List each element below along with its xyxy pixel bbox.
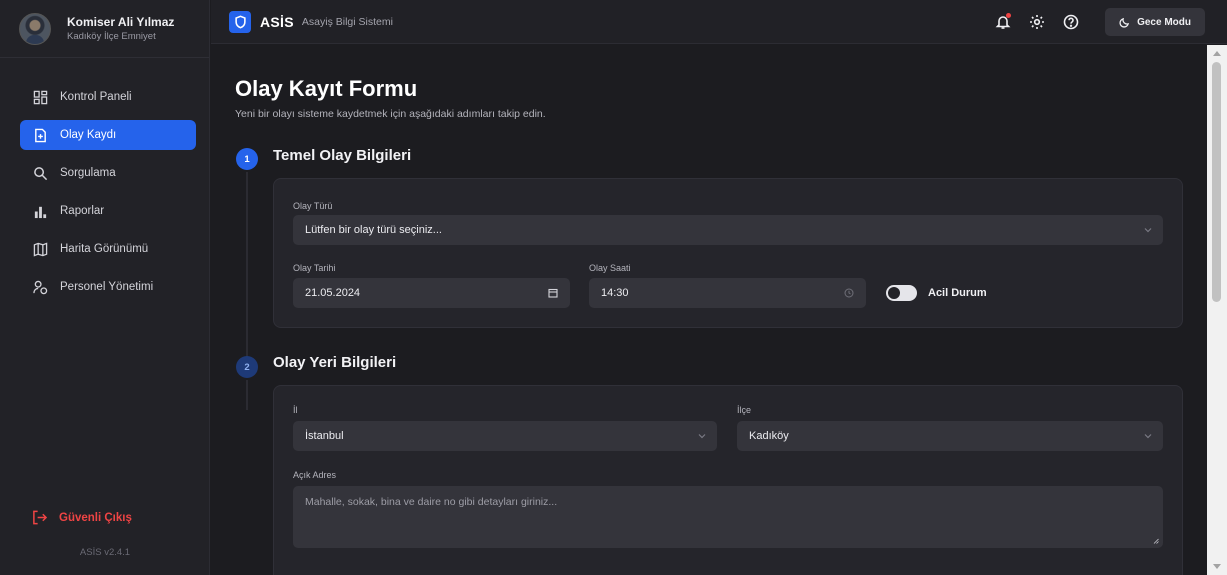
dashboard-icon [32, 89, 48, 105]
event-date-label: Olay Tarihi [293, 263, 336, 273]
chevron-down-icon [1144, 228, 1152, 233]
page-subtitle: Yeni bir olayı sisteme kaydetmek için aş… [235, 108, 546, 120]
emergency-toggle[interactable] [886, 285, 917, 301]
shield-icon [229, 10, 251, 33]
sidebar-item-label: Olay Kaydı [60, 129, 117, 141]
sidebar-nav: Kontrol Paneli Olay Kaydı Sorgulama Rapo… [20, 82, 196, 310]
logout-icon [33, 510, 47, 525]
scroll-up-arrow[interactable] [1213, 51, 1221, 56]
calendar-icon[interactable] [548, 288, 558, 298]
step-1-number: 1 [236, 148, 258, 170]
event-date-value: 21.05.2024 [305, 287, 361, 299]
main-content: Olay Kayıt Formu Yeni bir olayı sisteme … [211, 45, 1207, 575]
step-1-card: Olay Türü Lütfen bir olay türü seçiniz..… [273, 178, 1183, 328]
avatar [19, 12, 51, 45]
chevron-down-icon [1144, 434, 1152, 439]
map-icon [32, 241, 48, 257]
sidebar-item-personel-yonetimi[interactable]: Personel Yönetimi [20, 272, 196, 302]
sidebar-item-label: Harita Görünümü [60, 243, 149, 255]
step-2-number: 2 [236, 356, 258, 378]
step-2-title: Olay Yeri Bilgileri [273, 354, 397, 371]
address-label: Açık Adres [293, 470, 337, 480]
brand-subtitle: Asayiş Bilgi Sistemi [301, 15, 393, 28]
event-type-select[interactable]: Lütfen bir olay türü seçiniz... [293, 215, 1163, 245]
sidebar-item-sorgulama[interactable]: Sorgulama [20, 158, 196, 188]
district-value: Kadıköy [749, 430, 789, 442]
night-mode-button[interactable]: Gece Modu [1105, 8, 1205, 36]
app-version: ASİS v2.4.1 [79, 547, 131, 558]
step-1-title: Temel Olay Bilgileri [273, 147, 412, 164]
event-date-input[interactable]: 21.05.2024 [293, 278, 570, 308]
clock-icon[interactable] [844, 288, 854, 298]
notifications-button[interactable] [993, 12, 1013, 32]
step-connector [246, 380, 248, 410]
scroll-down-arrow[interactable] [1213, 564, 1221, 569]
sidebar-item-raporlar[interactable]: Raporlar [20, 196, 196, 226]
scroll-thumb[interactable] [1212, 62, 1221, 302]
sidebar-item-label: Raporlar [60, 205, 105, 217]
emergency-label: Acil Durum [928, 287, 987, 299]
province-select[interactable]: İstanbul [293, 421, 717, 451]
sidebar-item-kontrol-paneli[interactable]: Kontrol Paneli [20, 82, 196, 112]
event-time-input[interactable]: 14:30 [589, 278, 866, 308]
address-textarea[interactable]: Mahalle, sokak, bina ve daire no gibi de… [293, 486, 1163, 548]
logout-label: Güvenli Çıkış [59, 511, 132, 524]
user-name: Komiser Ali Yılmaz [67, 14, 175, 29]
sidebar-item-label: Sorgulama [60, 167, 116, 179]
night-mode-label: Gece Modu [1137, 16, 1191, 28]
sidebar-item-label: Personel Yönetimi [60, 281, 154, 293]
moon-icon [1119, 17, 1130, 28]
district-select[interactable]: Kadıköy [737, 421, 1163, 451]
resize-handle-icon[interactable] [1153, 538, 1159, 544]
top-header: ASİS Asayiş Bilgi Sistemi Gece Modu [211, 0, 1227, 44]
province-label: İl [293, 405, 298, 415]
user-profile[interactable]: Komiser Ali Yılmaz Kadıköy İlçe Emniyet [0, 0, 209, 58]
users-icon [32, 279, 48, 295]
help-icon [1063, 14, 1079, 30]
step-connector [246, 172, 248, 358]
brand-name: ASİS [260, 13, 294, 30]
sidebar: Komiser Ali Yılmaz Kadıköy İlçe Emniyet … [0, 0, 210, 575]
bar-chart-icon [32, 203, 48, 219]
step-2-card: İl İstanbul İlçe Kadıköy Açık Adres Maha… [273, 385, 1183, 575]
district-label: İlçe [737, 405, 752, 415]
gear-icon [1030, 15, 1045, 29]
sidebar-item-label: Kontrol Paneli [60, 91, 132, 103]
chevron-down-icon [698, 434, 706, 439]
search-icon [32, 165, 48, 181]
event-type-label: Olay Türü [293, 201, 333, 211]
logout-button[interactable]: Güvenli Çıkış [32, 510, 132, 525]
user-unit: Kadıköy İlçe Emniyet [67, 31, 156, 42]
event-time-value: 14:30 [601, 287, 629, 299]
event-type-placeholder: Lütfen bir olay türü seçiniz... [305, 224, 442, 236]
province-value: İstanbul [305, 430, 344, 442]
event-time-label: Olay Saati [589, 263, 631, 273]
sidebar-item-harita-gorunumu[interactable]: Harita Görünümü [20, 234, 196, 264]
help-button[interactable] [1061, 12, 1081, 32]
address-placeholder: Mahalle, sokak, bina ve daire no gibi de… [305, 496, 558, 508]
sidebar-item-olay-kaydi[interactable]: Olay Kaydı [20, 120, 196, 150]
settings-button[interactable] [1027, 12, 1047, 32]
file-plus-icon [32, 127, 48, 143]
page-title: Olay Kayıt Formu [235, 76, 418, 101]
page-scrollbar[interactable] [1207, 45, 1227, 575]
